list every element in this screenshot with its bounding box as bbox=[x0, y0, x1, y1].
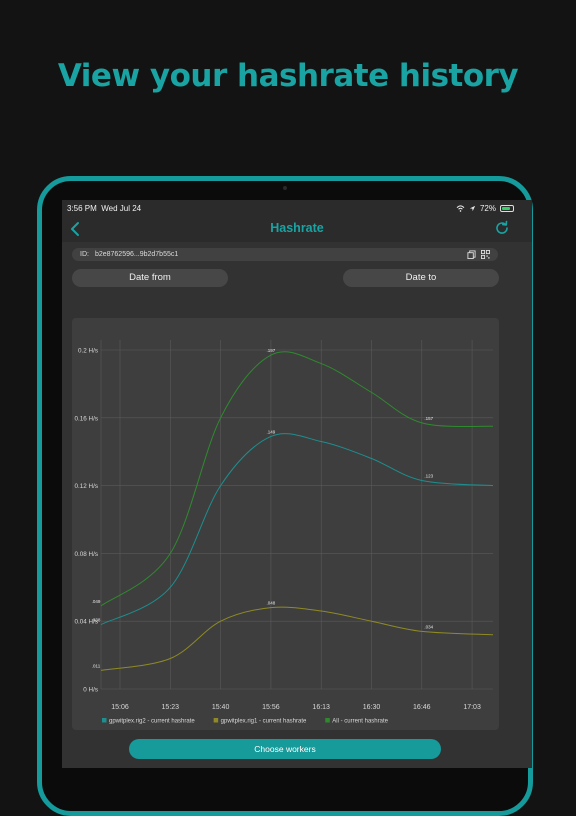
camera-dot bbox=[283, 186, 287, 190]
data-label: .048 bbox=[267, 601, 276, 606]
legend-label: All - current hashrate bbox=[332, 719, 388, 725]
y-tick-label: 0.12 H/s bbox=[75, 483, 98, 490]
series-line bbox=[100, 351, 494, 607]
battery-fill bbox=[502, 207, 510, 210]
status-time: 3:56 PM Wed Jul 24 bbox=[67, 204, 141, 213]
data-label: .038 bbox=[92, 618, 101, 623]
legend-swatch bbox=[325, 718, 330, 723]
status-bar: 3:56 PM Wed Jul 24 72% bbox=[62, 204, 532, 218]
status-right: 72% bbox=[456, 204, 514, 213]
x-tick-label: 16:30 bbox=[363, 704, 381, 711]
data-label: .034 bbox=[424, 624, 433, 629]
location-arrow-icon bbox=[469, 205, 476, 212]
refresh-icon[interactable] bbox=[494, 220, 510, 236]
battery-icon bbox=[500, 205, 514, 212]
x-tick-label: 15:40 bbox=[212, 704, 230, 711]
series-line bbox=[100, 606, 494, 671]
nav-title: Hashrate bbox=[270, 221, 324, 235]
date-to-button[interactable]: Date to bbox=[343, 269, 499, 287]
id-value: b2e8762596...9b2d7b55c1 bbox=[94, 251, 179, 258]
status-clock: 3:56 PM bbox=[67, 204, 97, 213]
id-label: ID: bbox=[80, 251, 89, 258]
x-tick-label: 16:46 bbox=[413, 704, 431, 711]
x-tick-label: 15:23 bbox=[162, 704, 180, 711]
x-tick-label: 17:03 bbox=[463, 704, 481, 711]
battery-percent: 72% bbox=[479, 204, 496, 213]
legend-swatch bbox=[213, 718, 219, 723]
data-label: .049 bbox=[92, 599, 101, 604]
x-tick-label: 15:56 bbox=[262, 704, 280, 711]
wifi-icon bbox=[456, 205, 465, 212]
headline: View your hashrate history bbox=[57, 58, 519, 94]
data-label: .011 bbox=[92, 663, 101, 668]
copy-icon[interactable] bbox=[467, 250, 476, 259]
data-label: .157 bbox=[424, 416, 433, 421]
legend-swatch bbox=[102, 718, 107, 723]
data-label: .197 bbox=[267, 348, 276, 353]
y-tick-label: 0.16 H/s bbox=[75, 415, 98, 422]
x-tick-label: 16:13 bbox=[312, 704, 330, 711]
app-screen: 3:56 PM Wed Jul 24 72% Hashrate ID: b2e87 bbox=[62, 200, 532, 768]
status-date: Wed Jul 24 bbox=[101, 204, 142, 213]
hashrate-chart: 15:06 15:23 15:40 15:56 16:13 16:30 16:46 17:03… bbox=[72, 318, 499, 730]
choose-workers-button[interactable]: Choose workers bbox=[129, 739, 441, 759]
y-tick-label: 0.08 H/s bbox=[75, 551, 98, 558]
navbar: Hashrate bbox=[62, 218, 532, 242]
id-bar: ID: b2e8762596...9b2d7b55c1 bbox=[72, 248, 498, 261]
data-label: .123 bbox=[424, 474, 433, 479]
data-label: .149 bbox=[267, 429, 276, 434]
chart-svg: 15:06 15:23 15:40 15:56 16:13 16:30 16:46 17:03… bbox=[75, 340, 494, 725]
date-from-button[interactable]: Date from bbox=[72, 269, 228, 287]
series-line bbox=[100, 433, 494, 626]
legend-label: gpwitplex.rig1 - current hashrate bbox=[221, 719, 307, 725]
qr-code-icon[interactable] bbox=[481, 250, 490, 259]
y-tick-label: 0.2 H/s bbox=[78, 348, 98, 355]
x-tick-label: 15:06 bbox=[111, 704, 129, 711]
legend-label: gpwitplex.rig2 - current hashrate bbox=[109, 719, 195, 725]
y-tick-label: 0 H/s bbox=[83, 687, 98, 694]
